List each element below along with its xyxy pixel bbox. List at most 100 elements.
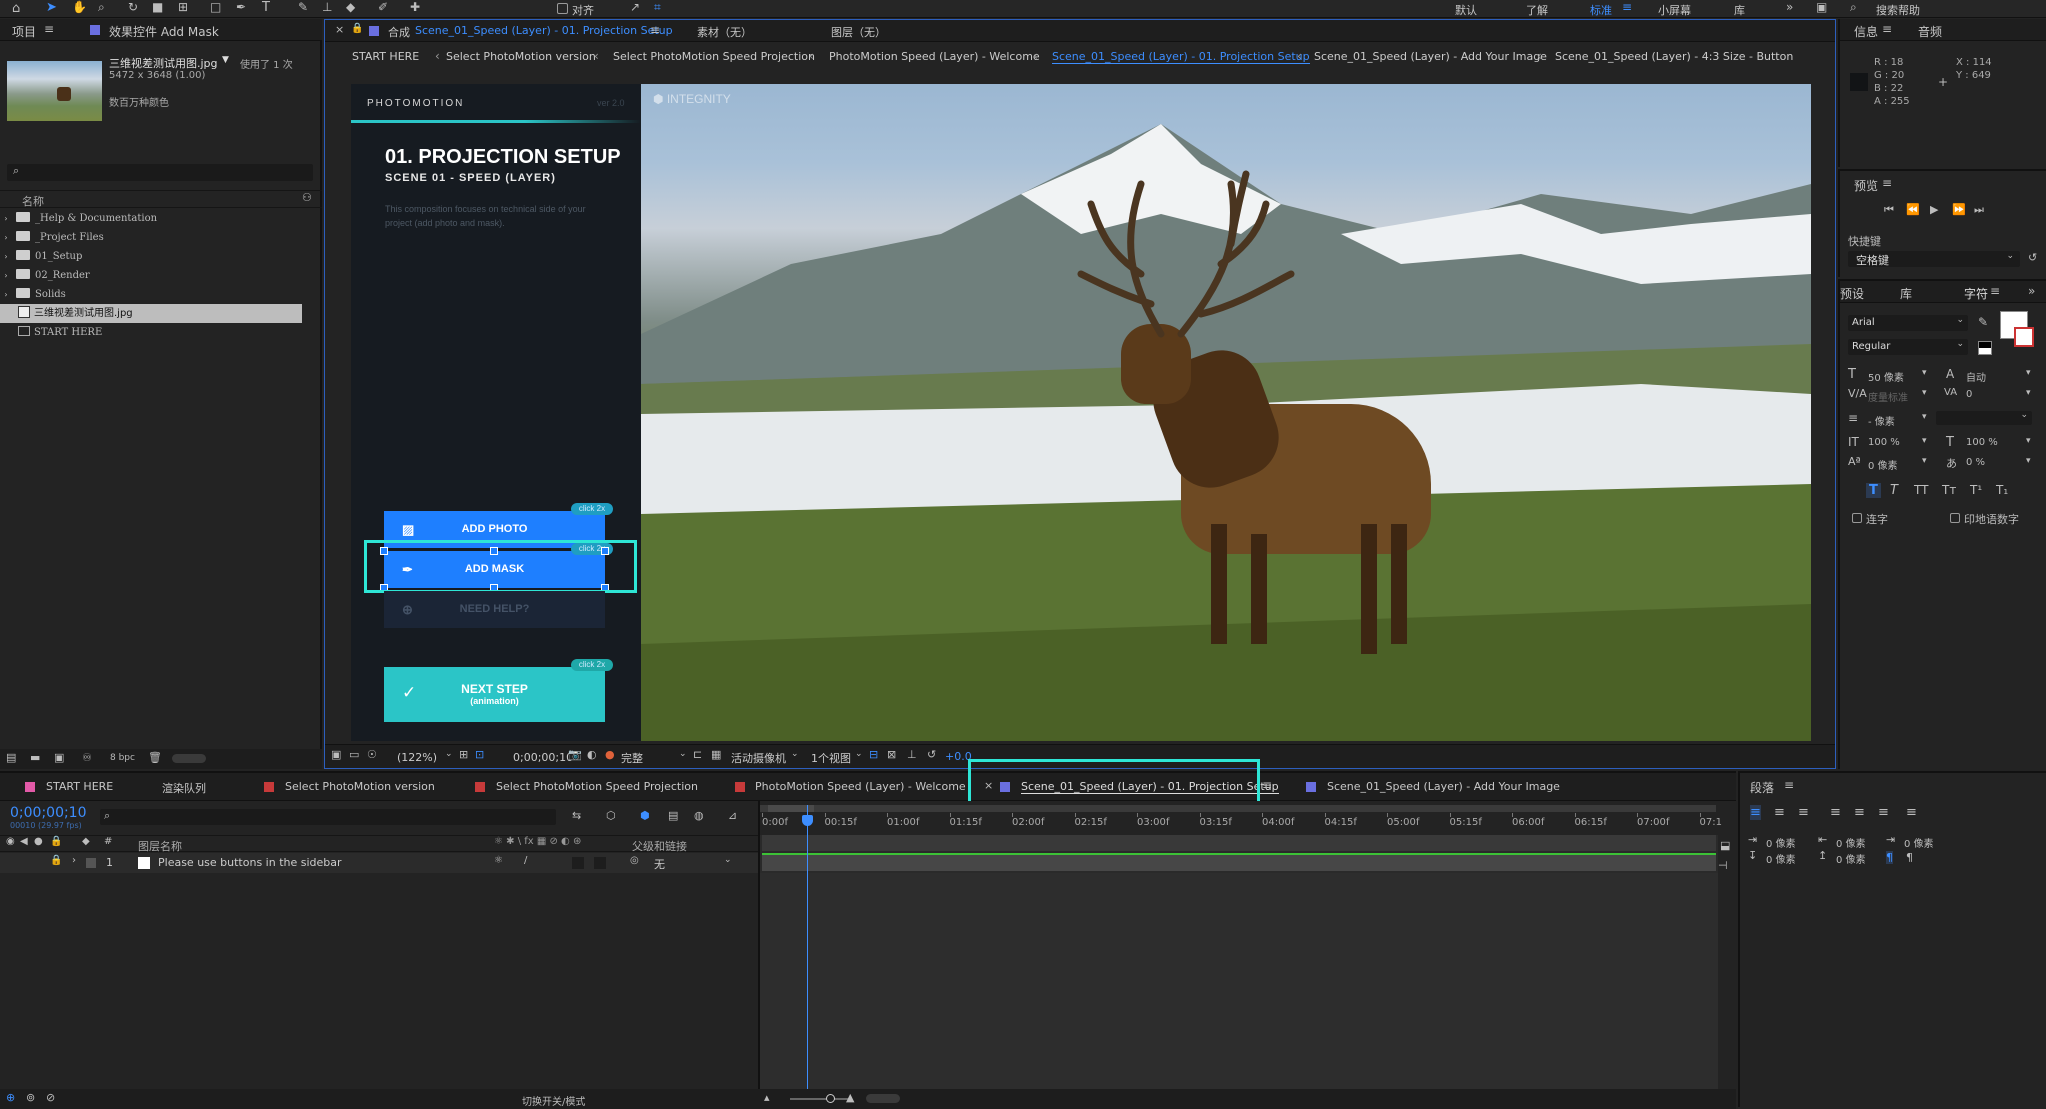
indent-right-value[interactable]: 0 像素 [1836,835,1866,850]
tab-character[interactable]: 字符 [1964,285,1988,302]
snapping-options-icon[interactable]: ⌗ [654,0,661,15]
space-after-value[interactable]: 0 像素 [1836,851,1866,866]
small-caps-icon[interactable]: Tт [1942,483,1956,497]
new-folder-icon[interactable]: ▬ [30,751,40,764]
region-of-interest-icon[interactable]: ⊏ [693,748,702,761]
previous-frame-icon[interactable]: ⏪ [1906,203,1920,216]
chevron-down-icon[interactable]: ⌄ [855,749,863,759]
chevron-down-icon[interactable]: ▾ [2026,456,2031,466]
pan-behind-tool-icon[interactable]: ⊞ [178,0,188,14]
align-center-icon[interactable]: ≡ [1774,805,1785,820]
panel-menu-icon[interactable]: ≡ [1262,778,1272,792]
column-name-header[interactable]: 名称 [22,193,44,209]
bit-depth-button[interactable]: 8 bpc [110,753,135,763]
shy-switch-icon[interactable]: ⚛ [494,855,503,866]
chevron-down-icon[interactable]: ▾ [1922,368,1927,378]
playhead-handle[interactable] [802,815,813,826]
visibility-icon[interactable]: ◉ [6,836,15,847]
baseline-shift-value[interactable]: 0 像素 [1868,457,1898,472]
switch-box[interactable] [572,857,584,869]
lock-icon[interactable]: 🔒 [50,855,62,866]
selection-tool-icon[interactable]: ➤ [46,0,57,15]
expand-stretch-icon[interactable]: ⊘ [46,1091,55,1104]
workspace-menu-icon[interactable]: ≡ [1622,0,1632,14]
superscript-icon[interactable]: T¹ [1970,483,1982,497]
pen-tool-icon[interactable]: ✒ [236,0,246,14]
breadcrumb-item[interactable]: Scene_01_Speed (Layer) - Add Your Image [1314,50,1547,63]
chevron-down-icon[interactable]: ⌄ [679,749,687,759]
tracking-value[interactable]: 0 [1966,389,1972,400]
zoom-out-icon[interactable]: ▴ [764,1091,770,1104]
breadcrumb-item-active[interactable]: Scene_01_Speed (Layer) - 01. Projection … [1052,50,1310,64]
list-item[interactable]: › 02_Render [0,266,302,285]
zoom-slider-thumb[interactable] [826,1094,835,1103]
align-right-icon[interactable]: ≡ [1798,805,1809,820]
breadcrumb-item[interactable]: Select PhotoMotion version [446,50,596,63]
panel-menu-icon[interactable]: ≡ [650,23,660,37]
eyedropper-icon[interactable]: ✎ [1978,315,1988,329]
chevron-down-icon[interactable]: ⌄ [445,749,453,759]
zoom-in-icon[interactable]: ▲ [846,1091,854,1104]
vertical-scale-value[interactable]: 100 % [1868,437,1900,448]
comp-button-icon[interactable]: ⬓ [1720,839,1730,852]
show-snapshot-icon[interactable]: ◐ [587,748,597,761]
timeline-link-icon[interactable]: ⊥ [907,748,917,761]
graph-editor-icon[interactable]: ⊿ [728,809,737,822]
next-frame-icon[interactable]: ⏩ [1952,203,1966,216]
switches-icons[interactable]: ⚛ ✱ \ fx ▦ ⊘ ◐ ⊛ [494,836,581,847]
brush-tool-icon[interactable]: ✎ [298,0,308,14]
tab-effect-controls[interactable]: 效果控件 Add Mask [109,23,219,40]
title-safe-icon[interactable]: ⊡ [475,748,484,761]
font-family-dropdown[interactable]: Arial ⌄ [1848,315,1968,331]
tab-footage[interactable]: 素材（无） [697,24,752,40]
chevron-down-icon[interactable]: ▾ [1922,436,1927,446]
justify-all-icon[interactable]: ≡ [1906,805,1917,820]
panel-toggle-icon[interactable]: ▣ [1816,0,1827,14]
chevron-right-icon[interactable]: › [0,266,12,285]
breadcrumb-item[interactable]: Select PhotoMotion Speed Projection [613,50,815,63]
timeline-timecode[interactable]: 0;00;00;10 [10,805,87,821]
chevron-right-icon[interactable]: › [0,209,12,228]
workspace-overflow-icon[interactable]: » [1786,0,1793,14]
all-caps-icon[interactable]: TT [1914,483,1928,497]
indent-first-value[interactable]: 0 像素 [1904,835,1934,850]
audio-icon[interactable]: ◀ [20,836,28,847]
layer-row[interactable]: 🔒 › 1 Please use buttons in the sidebar … [0,853,758,873]
hide-shy-layers-icon[interactable]: ⬢ [640,809,650,822]
panel-menu-icon[interactable]: ≡ [1882,22,1892,36]
breadcrumb-item[interactable]: PhotoMotion Speed (Layer) - Welcome [829,50,1040,63]
fit-icon[interactable]: ⊞ [459,748,468,761]
switch-box[interactable] [594,857,606,869]
list-item[interactable]: › Solids [0,285,302,304]
search-help-input[interactable]: 搜索帮助 [1876,2,1920,18]
playhead[interactable] [807,805,808,1091]
panel-menu-icon[interactable]: ≡ [1990,284,2000,298]
views-dropdown[interactable]: 1个视图 [811,750,851,766]
chevron-down-icon[interactable]: ▾ [2026,436,2031,446]
stroke-type-dropdown[interactable]: ⌄ [1936,410,2032,425]
project-search-input[interactable]: ⌕ [7,164,313,181]
tab-layer[interactable]: 图层（无） [831,24,886,40]
leading-value[interactable]: 自动 [1966,369,1986,384]
quality-switch-icon[interactable]: / [524,855,527,866]
workspace-learn[interactable]: 了解 [1526,2,1548,18]
label-icon[interactable]: ◆ [82,836,90,847]
trash-icon[interactable]: 🗑 [148,751,162,764]
list-item[interactable]: › 01_Setup [0,247,302,266]
justify-left-icon[interactable]: ≡ [1830,805,1841,820]
resolution-dropdown[interactable]: 完整 [621,750,643,766]
comp-tab-name[interactable]: Scene_01_Speed (Layer) - 01. Projection … [415,24,673,37]
tab-render-queue[interactable]: 渲染队列 [162,780,206,796]
channel-icon[interactable]: ● [605,748,615,761]
layer-duration-bar[interactable] [762,853,1716,871]
camera-dropdown[interactable]: 活动摄像机 [731,750,786,766]
ltr-direction-icon[interactable]: ¶ [1886,851,1893,864]
frame-blending-icon[interactable]: ▤ [668,809,678,822]
roto-brush-tool-icon[interactable]: ✐ [378,0,388,14]
toggle-pixel-aspect-icon[interactable]: ⊟ [869,748,878,761]
rotate-tool-icon[interactable]: ↻ [128,0,138,14]
indent-left-value[interactable]: 0 像素 [1766,835,1796,850]
time-ruler[interactable]: 0:00f 00:15f 01:00f 01:15f 02:00f 02:15f 03:00… [760,801,1722,835]
reset-exposure-icon[interactable]: ↺ [927,748,936,761]
nav-start-icon[interactable]: ⊣ [1718,859,1728,872]
